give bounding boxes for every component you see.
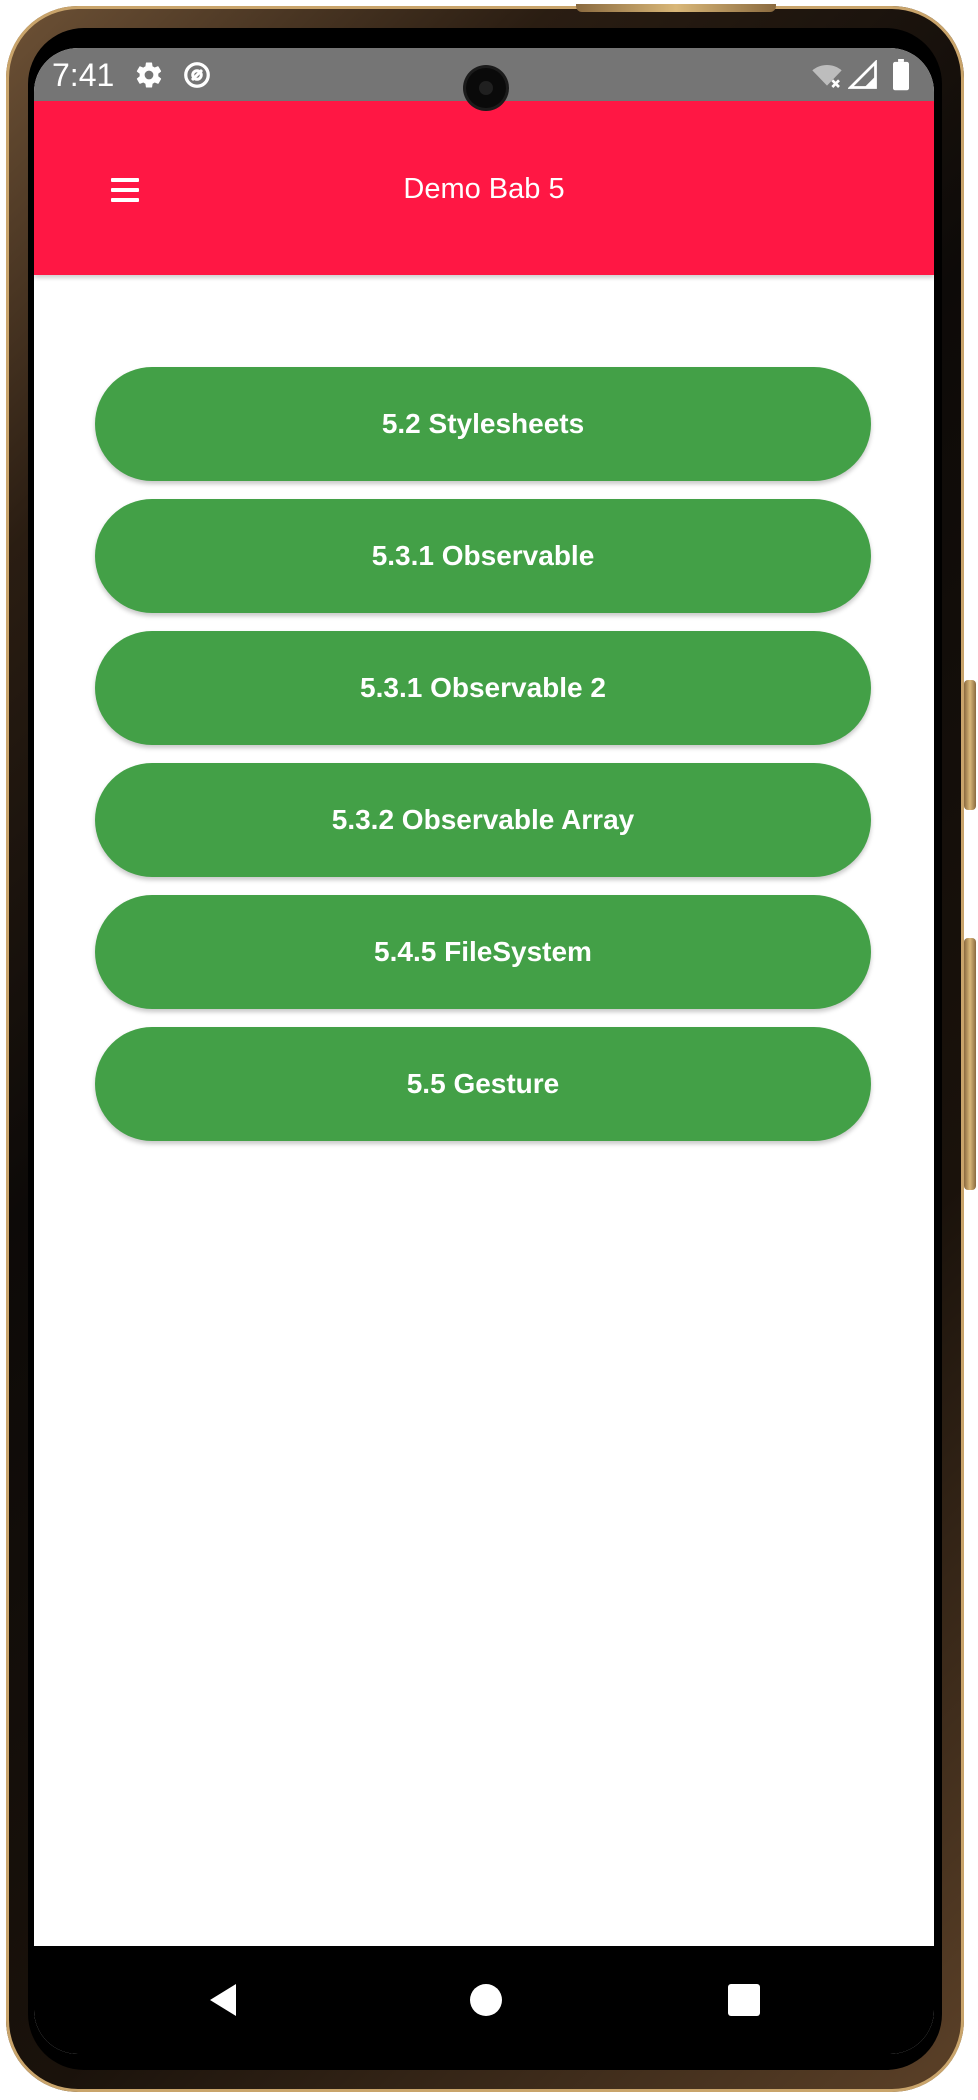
gesture-button[interactable]: 5.5 Gesture [95, 1027, 871, 1141]
stylesheets-button[interactable]: 5.2 Stylesheets [95, 367, 871, 481]
volume-button [964, 680, 976, 810]
system-nav-bar [34, 1946, 934, 2054]
page-title: Demo Bab 5 [403, 173, 565, 205]
status-time: 7:41 [52, 57, 115, 93]
observable-array-button[interactable]: 5.3.2 Observable Array [95, 763, 871, 877]
signal-icon [846, 58, 880, 92]
phone-screen: 7:41 Demo Bab 5 5.2 Stylesheets 5.3.1 Ob… [34, 48, 934, 2054]
app-bar: Demo Bab 5 [34, 101, 934, 275]
home-icon[interactable] [466, 1980, 506, 2020]
filesystem-button[interactable]: 5.4.5 FileSystem [95, 895, 871, 1009]
at-sign-icon [180, 58, 214, 92]
phone-top-edge [576, 4, 776, 12]
gear-icon [132, 58, 166, 92]
battery-icon [884, 58, 918, 92]
page: 7:41 Demo Bab 5 5.2 Stylesheets 5.3.1 Ob… [0, 0, 978, 2100]
observable-button[interactable]: 5.3.1 Observable [95, 499, 871, 613]
back-icon[interactable] [204, 1980, 244, 2020]
front-camera [466, 68, 506, 108]
power-button [964, 938, 976, 1190]
observable-2-button[interactable]: 5.3.1 Observable 2 [95, 631, 871, 745]
recents-icon[interactable] [724, 1980, 764, 2020]
wifi-off-icon [810, 58, 844, 92]
